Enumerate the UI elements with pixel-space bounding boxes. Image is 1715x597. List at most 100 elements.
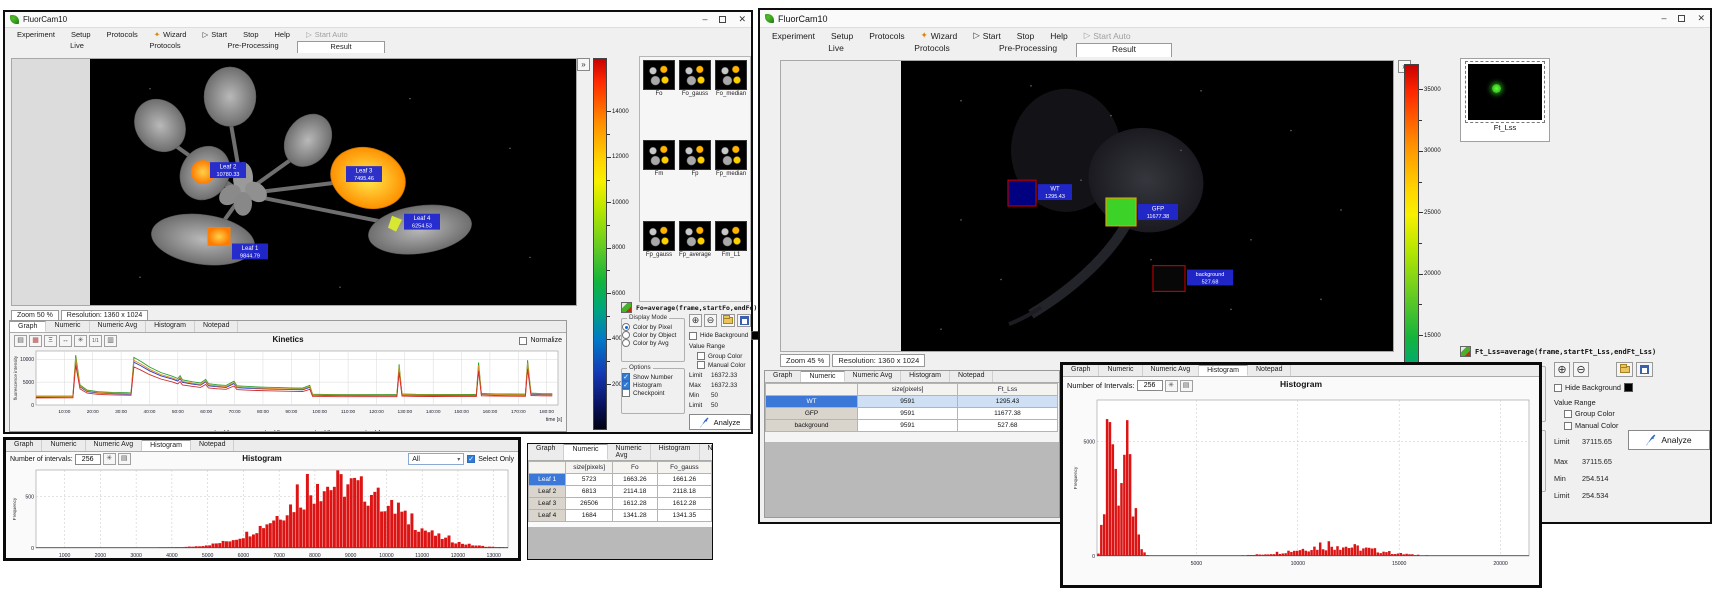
tab-numeric[interactable]: Numeric	[1099, 365, 1142, 376]
show-number-checkbox[interactable]: ✓	[622, 373, 630, 381]
print-icon[interactable]: ▤	[1180, 380, 1193, 392]
zoom-out-icon[interactable]: ⊖	[1573, 362, 1589, 377]
thumbnail-fm-l1[interactable]: Fm_L1	[715, 221, 747, 298]
table-cell[interactable]: 11677.38	[958, 408, 1058, 420]
thumbnail-image[interactable]	[1468, 64, 1542, 120]
menu-start[interactable]: ▷Start	[194, 29, 235, 40]
roi-gfp-region[interactable]	[1106, 198, 1136, 226]
menu-stop[interactable]: Stop	[1009, 30, 1043, 42]
row-header-wt[interactable]: WT	[766, 396, 858, 408]
tab-live[interactable]: Live	[33, 41, 121, 53]
marker-icon[interactable]: ▦	[29, 335, 42, 347]
zoom-in-icon[interactable]: ⊕	[689, 314, 702, 327]
thumbnail-fp-average[interactable]: Fp_average	[679, 221, 711, 298]
menu-help[interactable]: Help	[267, 29, 298, 40]
radio-color-by-pixel[interactable]	[622, 323, 630, 331]
collapse-panel-button[interactable]: »	[577, 58, 590, 71]
tab-notepad[interactable]: Notepad	[1248, 365, 1291, 376]
tab-graph[interactable]: Graph	[1063, 365, 1099, 376]
tab-live[interactable]: Live	[788, 43, 884, 57]
tab-result[interactable]: Result	[297, 41, 385, 53]
column-header-ft-lss[interactable]: Ft_Lss	[958, 384, 1058, 396]
column-header-fo-gauss[interactable]: Fo_gauss	[657, 462, 711, 474]
scale-1-1-icon[interactable]: 1/1	[89, 335, 102, 347]
open-icon[interactable]	[1616, 362, 1633, 377]
menu-protocols[interactable]: Protocols	[861, 30, 912, 42]
menu-wizard[interactable]: ✦Wizard	[913, 29, 966, 42]
table-cell[interactable]: 2118.18	[657, 486, 711, 498]
analyze-button[interactable]: Analyze	[689, 414, 751, 430]
tab-protocols[interactable]: Protocols	[884, 43, 980, 57]
maximize-button[interactable]	[1678, 15, 1685, 22]
zoom-level[interactable]: Zoom 45 %	[780, 354, 830, 367]
limit-top-value[interactable]: 16372.33	[711, 372, 737, 379]
close-button[interactable]: ✕	[738, 15, 746, 24]
thumbnail-fo-median[interactable]: Fo_median	[715, 60, 747, 137]
table-cell[interactable]: 1661.26	[657, 474, 711, 486]
menu-setup[interactable]: Setup	[823, 30, 861, 42]
roi-filter-dropdown[interactable]: All▾	[408, 453, 464, 465]
tab-graph[interactable]: Graph	[765, 371, 801, 382]
column-header-size-pixels-[interactable]: size[pixels]	[566, 462, 612, 474]
close-button[interactable]: ✕	[1697, 14, 1705, 23]
row-header-gfp[interactable]: GFP	[766, 408, 858, 420]
menu-start[interactable]: ▷Start	[965, 29, 1009, 42]
tab-notepad[interactable]: Notepad	[195, 321, 238, 332]
intervals-input[interactable]	[1137, 380, 1163, 391]
thumbnail-fp-median[interactable]: Fp_median	[715, 140, 747, 217]
intervals-input[interactable]	[75, 454, 101, 465]
roi-background-region[interactable]	[1153, 266, 1185, 292]
menu-experiment[interactable]: Experiment	[9, 29, 63, 40]
tab-numeric[interactable]: Numeric	[801, 371, 844, 382]
table-cell[interactable]: 26506	[566, 498, 612, 510]
thumbnail-fp[interactable]: Fp	[679, 140, 711, 217]
limit-bottom-value[interactable]: 254.534	[1582, 491, 1608, 500]
save-icon[interactable]	[1636, 362, 1653, 377]
tab-pre-processing[interactable]: Pre-Processing	[209, 41, 297, 53]
grid-icon[interactable]: ▥	[104, 335, 117, 347]
row-header-background[interactable]: background	[766, 420, 858, 432]
hide-background-checkbox[interactable]	[689, 332, 697, 340]
row-header-leaf-4[interactable]: Leaf 4	[529, 510, 566, 522]
zoom-out-icon[interactable]: ⊖	[704, 314, 717, 327]
tab-numeric[interactable]: Numeric	[46, 321, 89, 332]
tab-graph[interactable]: Graph	[528, 444, 564, 460]
thumbnail-fo[interactable]: Fo	[643, 60, 675, 137]
table-cell[interactable]: 9591	[858, 420, 958, 432]
table-cell[interactable]: 527.68	[958, 420, 1058, 432]
tab-graph[interactable]: Graph	[6, 440, 42, 451]
crosshair-icon[interactable]: ✳	[1165, 380, 1178, 392]
tab-numeric-avg[interactable]: Numeric Avg	[90, 321, 147, 332]
menu-protocols[interactable]: Protocols	[99, 29, 146, 40]
tab-histogram[interactable]: Histogram	[146, 321, 195, 332]
manual-color-checkbox[interactable]	[1564, 422, 1572, 430]
tab-numeric-avg[interactable]: Numeric Avg	[845, 371, 902, 382]
chart-mode-icon[interactable]: ▤	[14, 335, 27, 347]
limit-bottom-value[interactable]: 50	[711, 402, 718, 409]
table-cell[interactable]: 1295.43	[958, 396, 1058, 408]
tab-histogram[interactable]: Histogram	[651, 444, 700, 460]
analyze-button[interactable]: Analyze	[1628, 430, 1710, 450]
tab-protocols[interactable]: Protocols	[121, 41, 209, 53]
histogram-checkbox[interactable]: ✓	[622, 381, 630, 389]
background-color-swatch[interactable]	[1624, 383, 1633, 392]
maximize-button[interactable]	[719, 16, 726, 23]
image-viewport[interactable]: WT 1295.43 GFP 11677.38 background 527.6…	[780, 60, 1394, 352]
image-viewport[interactable]: Leaf 2 10780.33 Leaf 3 7495.46 Leaf 1 98…	[11, 58, 577, 306]
menu-experiment[interactable]: Experiment	[764, 30, 823, 42]
tab-histogram[interactable]: Histogram	[1199, 365, 1248, 376]
thumbnail-fp-gauss[interactable]: Fp_gauss	[643, 221, 675, 298]
table-cell[interactable]: 5723	[566, 474, 612, 486]
tab-numeric[interactable]: Numeric	[42, 440, 85, 451]
table-cell[interactable]: 9591	[858, 408, 958, 420]
column-header-size-pixels-[interactable]: size[pixels]	[858, 384, 958, 396]
zoom-in-icon[interactable]: ⊕	[1554, 362, 1570, 377]
thumbnail-fo-gauss[interactable]: Fo_gauss	[679, 60, 711, 137]
group-color-checkbox[interactable]	[697, 352, 705, 360]
crosshair-icon[interactable]: ✳	[74, 335, 87, 347]
column-header-fo[interactable]: Fo	[612, 462, 657, 474]
table-cell[interactable]: 9591	[858, 396, 958, 408]
tab-numeric[interactable]: Numeric	[564, 444, 607, 460]
limit-top-value[interactable]: 37115.65	[1582, 437, 1612, 446]
tab-numeric-avg[interactable]: Numeric Avg	[1143, 365, 1200, 376]
